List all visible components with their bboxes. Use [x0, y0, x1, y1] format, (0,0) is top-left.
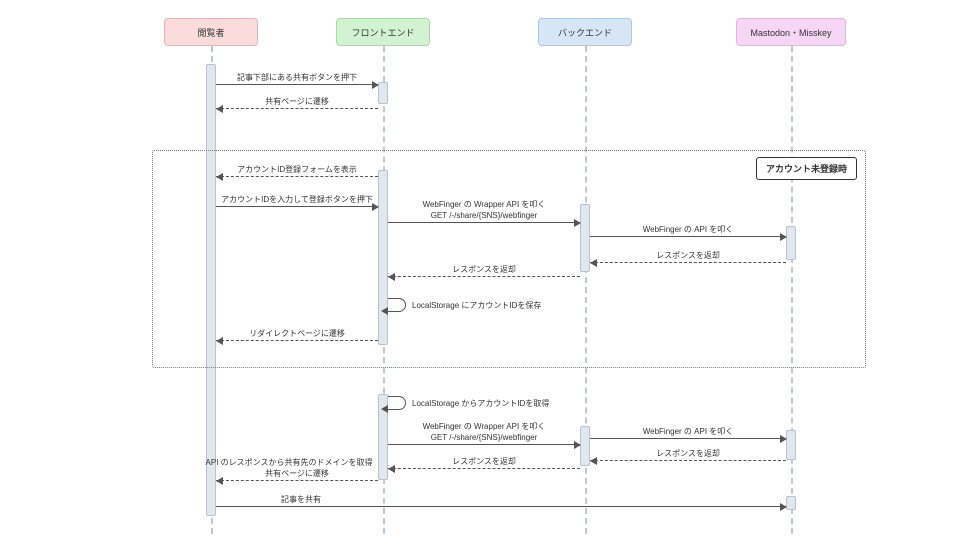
actor-label: バックエンド [558, 26, 612, 39]
arrow-m15 [388, 468, 580, 469]
label-m4: アカウントIDを入力して登録ボタンを押下 [216, 194, 378, 205]
opt-frame-title: アカウント未登録時 [756, 157, 857, 180]
label-m12b: GET /-/share/{SNS}/webfinger [388, 432, 580, 443]
label-m15: レスポンスを返却 [388, 456, 580, 467]
label-m3: アカウントID登録フォームを表示 [216, 164, 378, 175]
label-m5a: WebFinger の Wrapper API を叩く [388, 199, 580, 210]
arrow-m16 [216, 480, 378, 481]
label-m17: 記事を共有 [216, 494, 386, 505]
arrow-m1 [216, 84, 378, 85]
label-m9: LocalStorage にアカウントIDを保存 [412, 300, 541, 311]
arrow-m3 [216, 176, 378, 177]
label-m8: レスポンスを返却 [388, 264, 580, 275]
label-m13: WebFinger の API を叩く [590, 426, 786, 437]
actor-label: Mastodon・Misskey [750, 26, 831, 39]
label-m10: リダイレクトページに遷移 [216, 328, 378, 339]
actor-backend: バックエンド [538, 18, 632, 46]
label-m2: 共有ページに遷移 [216, 96, 378, 107]
arrow-m2 [216, 108, 378, 109]
arrow-m8 [388, 276, 580, 277]
label-m14: レスポンスを返却 [590, 448, 786, 459]
label-m12a: WebFinger の Wrapper API を叩く [388, 421, 580, 432]
activation-server-3 [786, 496, 796, 510]
arrow-m10 [216, 340, 378, 341]
actor-label: フロントエンド [351, 26, 414, 39]
actor-label: 閲覧者 [197, 26, 224, 39]
activation-frontend-1 [378, 82, 388, 104]
arrow-m7 [590, 262, 786, 263]
label-m5b: GET /-/share/{SNS}/webfinger [388, 210, 580, 221]
sequence-diagram: 閲覧者 フロントエンド バックエンド Mastodon・Misskey アカウン… [0, 0, 960, 540]
actor-server: Mastodon・Misskey [736, 18, 846, 46]
label-m6: WebFinger の API を叩く [590, 224, 786, 235]
arrow-m13 [590, 438, 786, 439]
self-loop-m11 [388, 396, 406, 410]
label-m1: 記事下部にある共有ボタンを押下 [216, 72, 378, 83]
arrow-m14 [590, 460, 786, 461]
arrow-m12 [388, 444, 580, 445]
actor-frontend: フロントエンド [336, 18, 430, 46]
label-m7: レスポンスを返却 [590, 250, 786, 261]
arrow-m6 [590, 236, 786, 237]
label-m11: LocalStorage からアカウントIDを取得 [412, 398, 549, 409]
activation-server-2 [786, 430, 796, 460]
arrow-m5 [388, 222, 580, 223]
label-m16b: 共有ページに遷移 [216, 468, 378, 479]
arrow-m4 [216, 206, 378, 207]
self-loop-m9 [388, 298, 406, 312]
activation-backend-2 [580, 426, 590, 466]
arrow-m17 [216, 506, 786, 507]
actor-viewer: 閲覧者 [164, 18, 258, 46]
label-m16a: API のレスポンスから共有先のドメインを取得 [200, 457, 378, 468]
